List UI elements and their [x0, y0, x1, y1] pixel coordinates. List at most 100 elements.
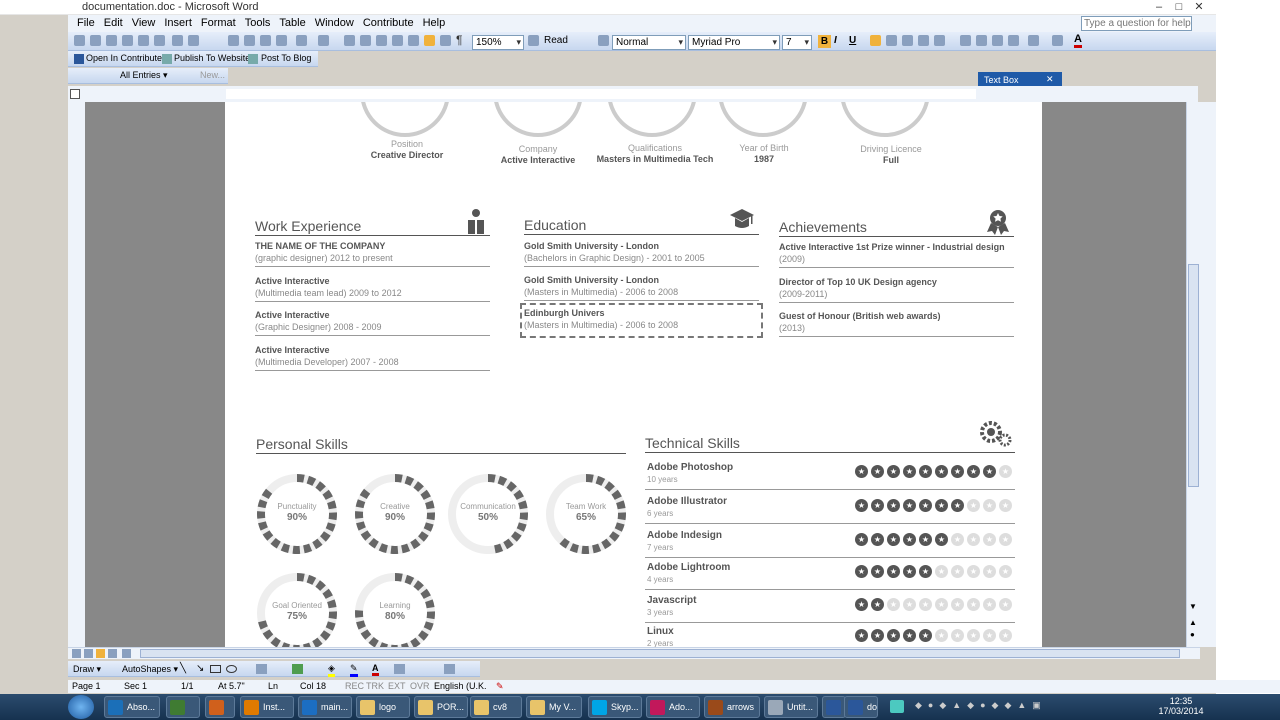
autoshapes-menu[interactable]: AutoShapes ▾	[122, 664, 178, 675]
all-entries-dropdown[interactable]: All Entries ▾	[120, 70, 168, 81]
status-trk[interactable]: TRK	[366, 681, 384, 691]
spelling-status-icon[interactable]: ✎	[496, 681, 504, 692]
taskbar-button[interactable]: cv8	[470, 696, 522, 718]
print-preview-icon[interactable]	[154, 35, 165, 46]
work-entry[interactable]: Active Interactive (Multimedia team lead)…	[255, 276, 490, 302]
reading-view-icon[interactable]	[122, 649, 131, 658]
taskbar-button[interactable]	[166, 696, 200, 718]
menu-window[interactable]: Window	[315, 15, 354, 31]
vertical-scroll-thumb[interactable]	[1188, 264, 1199, 487]
show-hide-icon[interactable]: ¶	[456, 33, 462, 47]
styles-icon[interactable]	[598, 35, 609, 46]
close-button[interactable]: ✕	[1190, 1, 1208, 14]
cut-icon[interactable]	[228, 35, 239, 46]
select-browse-object-icon[interactable]: ●	[1190, 630, 1195, 639]
taskbar-button[interactable]: POR...	[414, 696, 468, 718]
read-button[interactable]: Read	[544, 35, 568, 46]
menu-help[interactable]: Help	[423, 15, 446, 31]
bullets-icon[interactable]	[976, 35, 987, 46]
text-box-toolbar-close-icon[interactable]: ✕	[1046, 74, 1054, 85]
taskbar-button[interactable]: Skyp...	[588, 696, 642, 718]
spelling-icon[interactable]	[172, 35, 183, 46]
align-left-icon[interactable]	[870, 35, 881, 46]
tables-borders-icon[interactable]	[360, 35, 371, 46]
drawing-icon[interactable]	[424, 35, 435, 46]
line-style-icon[interactable]	[394, 664, 405, 674]
open-in-contribute-button[interactable]: Open In Contribute	[86, 53, 162, 63]
justify-icon[interactable]	[918, 35, 929, 46]
oval-icon[interactable]	[226, 665, 237, 673]
menu-tools[interactable]: Tools	[245, 15, 271, 31]
horizontal-scrollbar[interactable]	[68, 647, 1200, 659]
web-view-icon[interactable]	[84, 649, 93, 658]
work-entry[interactable]: Active Interactive (Graphic Designer) 200…	[255, 310, 490, 336]
draw-menu[interactable]: Draw ▾	[73, 664, 101, 675]
taskbar-button[interactable]: My V...	[526, 696, 582, 718]
menu-view[interactable]: View	[132, 15, 156, 31]
menu-contribute[interactable]: Contribute	[363, 15, 414, 31]
normal-view-icon[interactable]	[72, 649, 81, 658]
menu-table[interactable]: Table	[279, 15, 305, 31]
taskbar-button[interactable]	[205, 696, 235, 718]
taskbar-button[interactable]: Untit...	[764, 696, 818, 718]
line-color-icon[interactable]: ✎	[350, 663, 358, 677]
menu-insert[interactable]: Insert	[164, 15, 192, 31]
minimize-button[interactable]: –	[1150, 1, 1168, 14]
wordart-icon[interactable]	[256, 664, 267, 674]
bold-button[interactable]: B	[818, 35, 831, 48]
italic-button[interactable]: I	[834, 35, 837, 46]
line-spacing-icon[interactable]	[934, 35, 945, 46]
scroll-down-icon[interactable]: ▼	[1189, 602, 1197, 611]
font-combo[interactable]: Myriad Pro	[688, 35, 780, 50]
work-entry[interactable]: Active Interactive (Multimedia Developer)…	[255, 345, 490, 371]
status-rec[interactable]: REC	[345, 681, 364, 691]
help-icon[interactable]	[528, 35, 539, 46]
new-entry-button[interactable]: New...	[200, 70, 225, 80]
tab-selector-icon[interactable]	[70, 89, 80, 99]
zoom-combo[interactable]: 150%	[472, 35, 524, 50]
taskbar-button[interactable]: doc...	[844, 696, 878, 718]
new-icon[interactable]	[74, 35, 85, 46]
increase-indent-icon[interactable]	[1008, 35, 1019, 46]
menu-file[interactable]: File	[77, 15, 95, 31]
horizontal-ruler[interactable]	[68, 86, 1198, 102]
achievement-entry[interactable]: Director of Top 10 UK Design agency (2009…	[779, 277, 1014, 303]
menu-edit[interactable]: Edit	[104, 15, 123, 31]
print-icon[interactable]	[138, 35, 149, 46]
menu-format[interactable]: Format	[201, 15, 236, 31]
start-button[interactable]	[68, 695, 94, 719]
open-icon[interactable]	[90, 35, 101, 46]
arrow-icon[interactable]: ↘	[196, 663, 204, 674]
align-right-icon[interactable]	[902, 35, 913, 46]
borders-icon[interactable]	[1028, 35, 1039, 46]
fill-color-icon[interactable]: ◈	[328, 663, 335, 677]
highlight-icon[interactable]	[1052, 35, 1063, 46]
help-search-input[interactable]: Type a question for help	[1081, 16, 1192, 31]
previous-page-icon[interactable]: ▲	[1189, 618, 1197, 627]
style-combo[interactable]: Normal	[612, 35, 686, 50]
system-tray-icons[interactable]: ◆●◆▲◆●◆◆▲▣	[915, 700, 1130, 713]
education-entry[interactable]: Gold Smith University - London (Bachelors…	[524, 241, 759, 267]
taskbar-button[interactable]: logo	[356, 696, 410, 718]
taskbar-button[interactable]	[822, 696, 846, 718]
insert-table-icon[interactable]	[376, 35, 387, 46]
education-entry[interactable]: Gold Smith University - London (Masters i…	[524, 275, 759, 301]
post-to-blog-button[interactable]: Post To Blog	[261, 53, 311, 63]
line-icon[interactable]: ╲	[180, 663, 186, 674]
redo-icon[interactable]	[318, 35, 329, 46]
align-center-icon[interactable]	[886, 35, 897, 46]
clock[interactable]: 12:35 17/03/2014	[1150, 696, 1212, 716]
publish-button[interactable]: Publish To Website	[174, 53, 250, 63]
insert-excel-icon[interactable]	[392, 35, 403, 46]
taskbar-button[interactable]: Abso...	[104, 696, 160, 718]
paste-icon[interactable]	[260, 35, 271, 46]
hyperlink-icon[interactable]	[344, 35, 355, 46]
columns-icon[interactable]	[408, 35, 419, 46]
permission-icon[interactable]	[122, 35, 133, 46]
document-map-icon[interactable]	[440, 35, 451, 46]
education-entry[interactable]: Edinburgh Univers (Masters in Multimedia)…	[524, 308, 759, 333]
vertical-scrollbar[interactable]: ▼ ▲ ●	[1186, 102, 1200, 647]
copy-icon[interactable]	[244, 35, 255, 46]
decrease-indent-icon[interactable]	[992, 35, 1003, 46]
taskbar-button[interactable]: arrows	[704, 696, 760, 718]
